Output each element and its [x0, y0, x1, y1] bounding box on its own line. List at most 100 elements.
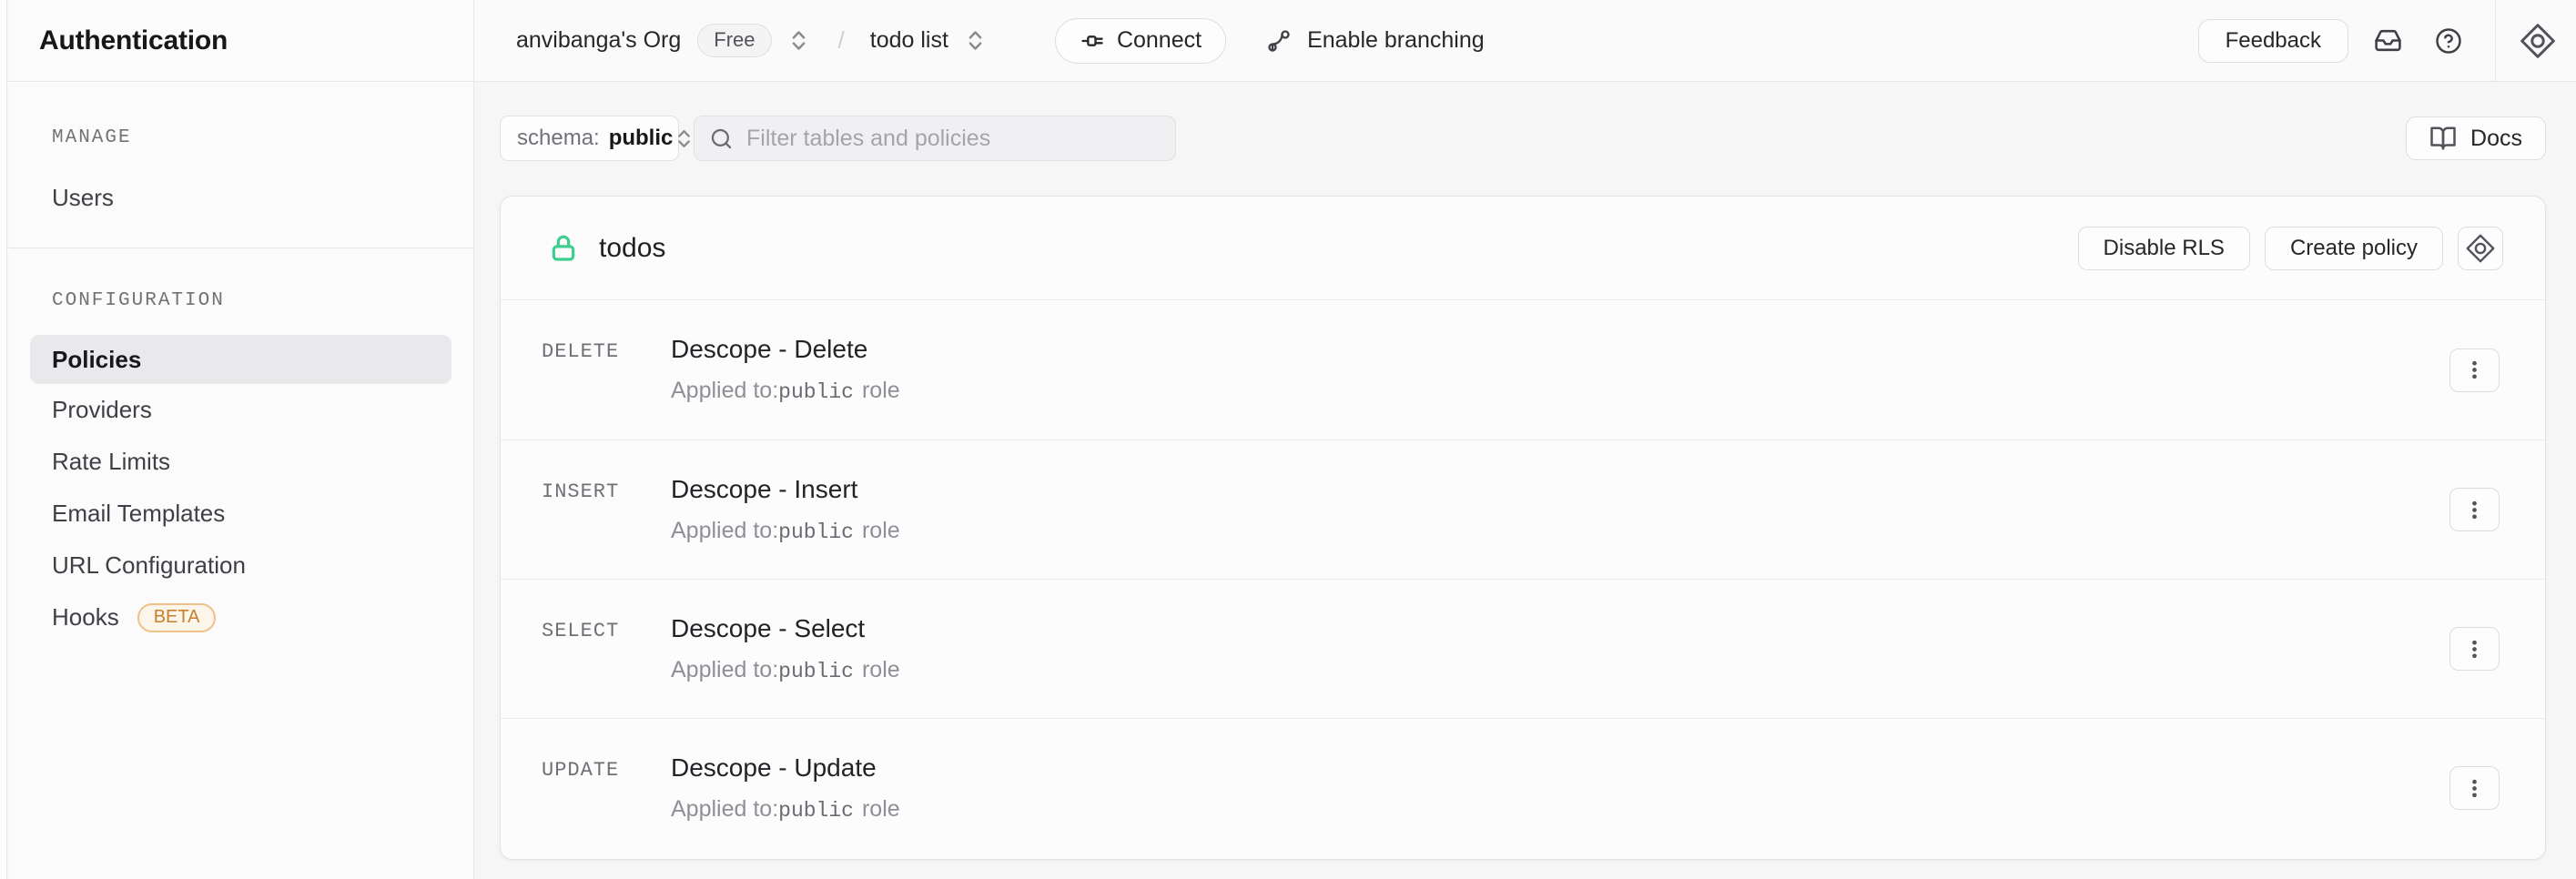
policy-row-select: SELECT Descope - Select Applied to:publi… [501, 579, 2545, 718]
role-suffix: role [862, 657, 900, 682]
breadcrumb-separator: / [838, 26, 845, 55]
sidebar-item-label: Rate Limits [52, 448, 170, 476]
sidebar-item-label: Hooks [52, 603, 119, 631]
docs-label: Docs [2470, 126, 2522, 152]
sidebar-item-rate-limits[interactable]: Rate Limits [8, 436, 473, 488]
kebab-menu-icon [2462, 358, 2487, 382]
section-label-configuration: CONFIGURATION [8, 290, 473, 311]
docs-button[interactable]: Docs [2406, 116, 2546, 160]
policy-name: Descope - Update [671, 753, 2545, 783]
policy-row-content: Descope - Delete Applied to:public role [671, 334, 2545, 407]
sidebar-item-hooks[interactable]: Hooks BETA [8, 591, 473, 643]
policy-role: public [778, 380, 854, 404]
topnav-right: Feedback [2198, 0, 2576, 81]
book-icon [2429, 125, 2457, 152]
policy-applied-to: Applied to:public role [671, 516, 2545, 547]
org-plan-badge[interactable]: Free [697, 24, 771, 57]
policy-command: UPDATE [542, 759, 619, 782]
sidebar-item-label: URL Configuration [52, 551, 246, 580]
connect-button[interactable]: Connect [1055, 18, 1226, 64]
beta-badge: BETA [137, 603, 217, 632]
sidebar-item-label: Email Templates [52, 500, 225, 528]
policy-name: Descope - Delete [671, 334, 2545, 365]
filter-search-box[interactable] [694, 116, 1176, 161]
inbox-icon[interactable] [2374, 26, 2402, 55]
connect-label: Connect [1117, 27, 1202, 54]
sidebar-section-configuration: CONFIGURATION Policies Providers Rate Li… [8, 248, 473, 643]
table-name: todos [599, 233, 665, 264]
sidebar-item-email-templates[interactable]: Email Templates [8, 488, 473, 540]
policies-toolbar: schema: public Docs [500, 116, 2546, 161]
sidebar-item-policies[interactable]: Policies [30, 335, 451, 384]
schema-selector[interactable]: schema: public [500, 116, 679, 161]
sidebar-item-users[interactable]: Users [8, 172, 473, 224]
table-card-header: todos Disable RLS Create policy [501, 197, 2545, 300]
page-title: Authentication [39, 25, 228, 56]
create-policy-button[interactable]: Create policy [2265, 227, 2443, 270]
sidebar-section-manage: MANAGE Users [8, 82, 473, 248]
policy-row-insert: INSERT Descope - Insert Applied to:publi… [501, 440, 2545, 579]
table-policies-card: todos Disable RLS Create policy DELETE D… [500, 196, 2546, 860]
policy-role: public [778, 660, 854, 683]
kebab-menu-icon [2462, 776, 2487, 801]
applied-label: Applied to: [671, 657, 778, 682]
policy-applied-to: Applied to:public role [671, 376, 2545, 407]
main-area: anvibanga's Org Free / todo list Connect… [474, 0, 2576, 879]
enable-branching-label: Enable branching [1307, 27, 1485, 54]
sidebar-header: Authentication [8, 0, 473, 82]
filter-input[interactable] [746, 126, 1161, 152]
role-suffix: role [862, 518, 900, 543]
policy-menu-button[interactable] [2449, 349, 2500, 392]
policy-menu-button[interactable] [2449, 627, 2500, 671]
policy-name: Descope - Insert [671, 474, 2545, 505]
policy-applied-to: Applied to:public role [671, 794, 2545, 825]
policy-row-content: Descope - Insert Applied to:public role [671, 474, 2545, 547]
policy-menu-button[interactable] [2449, 488, 2500, 531]
assistant-diamond-icon [2464, 232, 2497, 265]
policy-applied-to: Applied to:public role [671, 655, 2545, 686]
help-icon[interactable] [2435, 27, 2462, 55]
section-label-manage: MANAGE [8, 127, 473, 148]
sidebar-item-url-configuration[interactable]: URL Configuration [8, 540, 473, 591]
ai-assistant-button[interactable] [2458, 227, 2503, 270]
enable-branching-button[interactable]: Enable branching [1266, 27, 1485, 54]
policy-command: DELETE [542, 340, 619, 363]
auth-sidebar: Authentication MANAGE Users CONFIGURATIO… [8, 0, 474, 879]
feedback-button[interactable]: Feedback [2198, 19, 2348, 63]
kebab-menu-icon [2462, 637, 2487, 662]
policy-command: SELECT [542, 620, 619, 642]
policy-menu-button[interactable] [2449, 766, 2500, 810]
disable-rls-button[interactable]: Disable RLS [2078, 227, 2250, 270]
account-diamond-icon[interactable] [2518, 21, 2558, 61]
policy-command: INSERT [542, 480, 619, 503]
policy-role: public [778, 799, 854, 823]
project-breadcrumb[interactable]: todo list [870, 27, 948, 54]
sidebar-item-label: Policies [52, 346, 141, 374]
git-branch-icon [1266, 28, 1292, 54]
policy-row-content: Descope - Select Applied to:public role [671, 613, 2545, 686]
sidebar-item-label: Users [52, 184, 114, 212]
search-icon [709, 126, 734, 151]
org-breadcrumb[interactable]: anvibanga's Org [516, 27, 681, 54]
org-switcher-chevrons-icon[interactable] [786, 28, 811, 53]
policy-row-content: Descope - Update Applied to:public role [671, 753, 2545, 825]
window-edge [0, 0, 7, 879]
sidebar-item-label: Providers [52, 396, 152, 424]
applied-label: Applied to: [671, 518, 778, 543]
schema-value: public [609, 126, 674, 151]
plug-icon [1080, 28, 1105, 54]
policy-role: public [778, 520, 854, 544]
policy-row-delete: DELETE Descope - Delete Applied to:publi… [501, 300, 2545, 440]
role-suffix: role [862, 378, 900, 403]
schema-chevrons-icon [673, 127, 695, 150]
sidebar-item-providers[interactable]: Providers [8, 384, 473, 436]
role-suffix: role [862, 796, 900, 822]
schema-label: schema: [517, 126, 600, 151]
top-navigation: anvibanga's Org Free / todo list Connect… [474, 0, 2576, 82]
topnav-divider [2495, 0, 2496, 81]
applied-label: Applied to: [671, 796, 778, 822]
applied-label: Applied to: [671, 378, 778, 403]
project-switcher-chevrons-icon[interactable] [963, 28, 988, 53]
kebab-menu-icon [2462, 498, 2487, 522]
policy-name: Descope - Select [671, 613, 2545, 644]
